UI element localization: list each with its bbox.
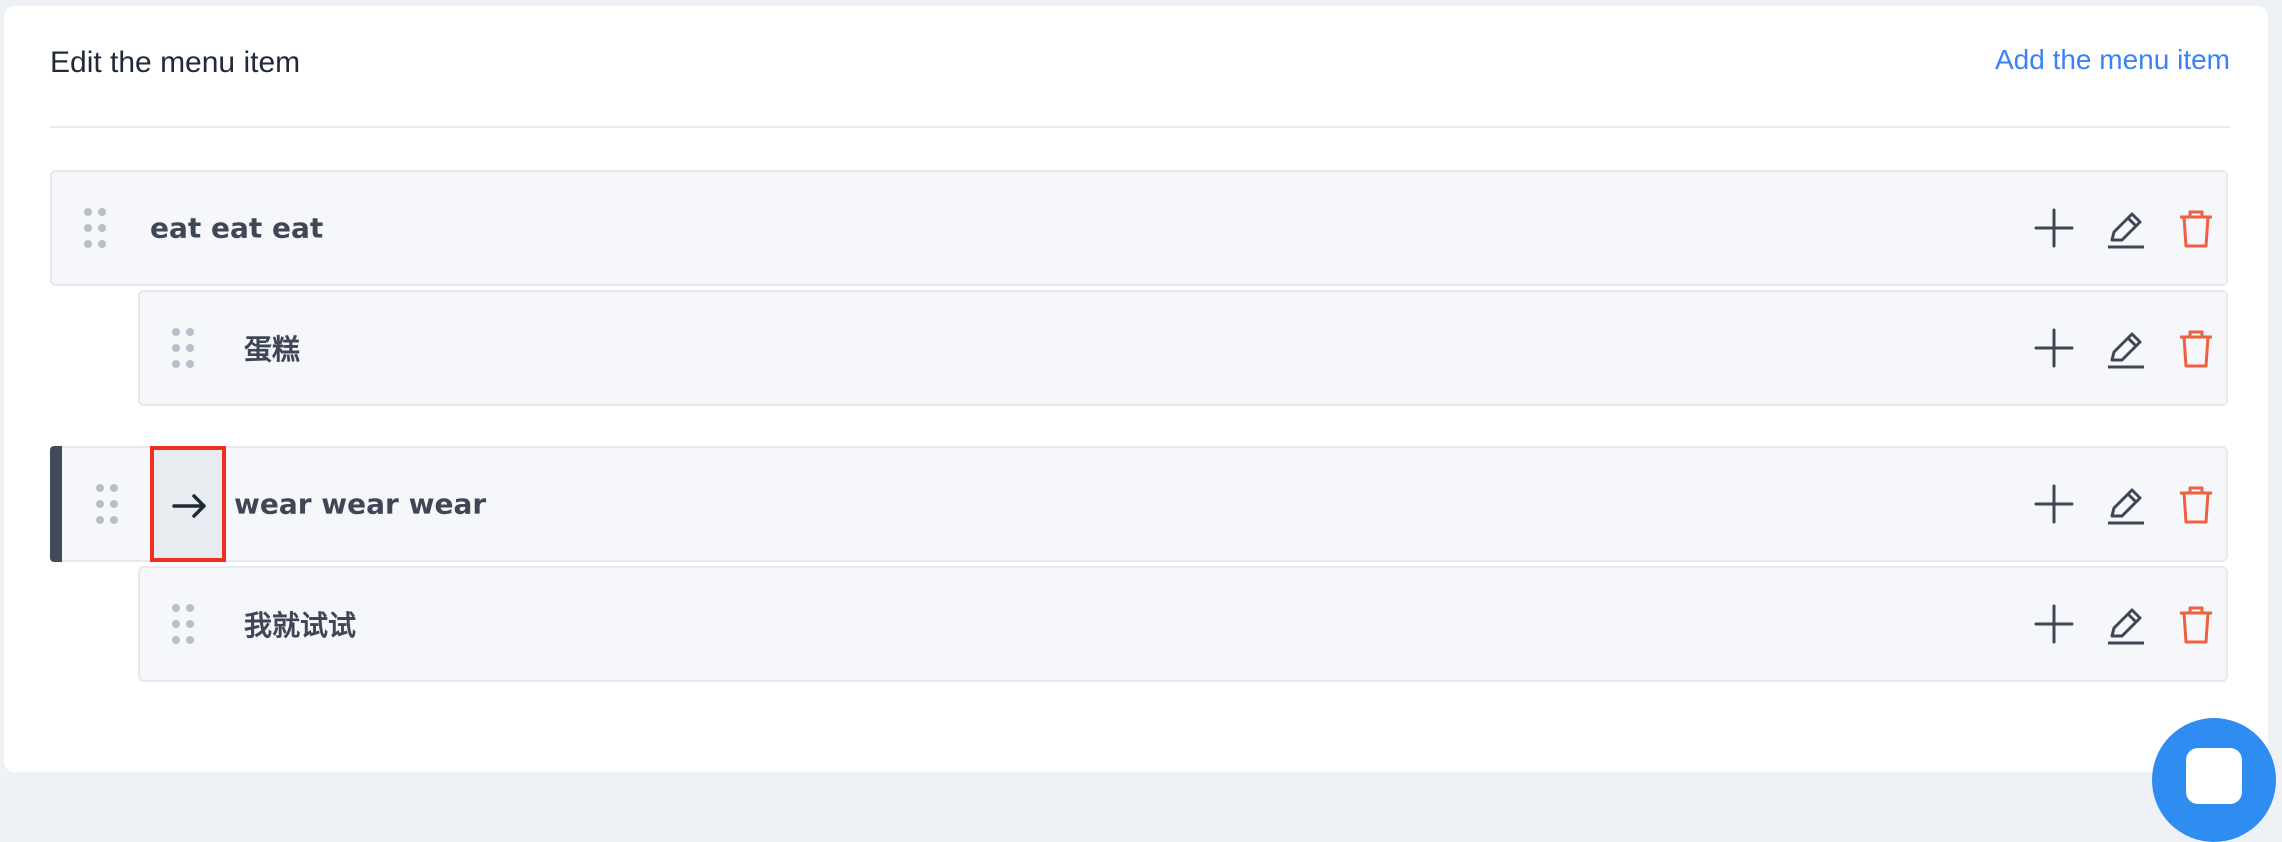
menu-item-label: eat eat eat	[150, 211, 324, 245]
card-header: Edit the menu item Add the menu item	[50, 6, 2230, 128]
menu-item-label: wear wear wear	[234, 487, 487, 521]
add-menu-item-link[interactable]: Add the menu item	[1995, 44, 2230, 76]
pencil-icon[interactable]	[2104, 326, 2148, 370]
drag-handle-icon[interactable]	[172, 328, 196, 368]
plus-icon[interactable]	[2032, 206, 2076, 250]
trash-icon[interactable]	[2174, 206, 2218, 250]
menu-item-label: 蛋糕	[244, 333, 301, 366]
page-title: Edit the menu item	[50, 46, 301, 79]
drag-handle-icon[interactable]	[172, 604, 196, 644]
plus-icon[interactable]	[2032, 602, 2076, 646]
menu-item-row[interactable]: 我就试试	[138, 566, 2228, 682]
menu-item-row-selected[interactable]: wear wear wear	[50, 446, 2228, 562]
plus-icon[interactable]	[2032, 482, 2076, 526]
chat-icon	[2186, 748, 2242, 804]
pencil-icon[interactable]	[2104, 602, 2148, 646]
trash-icon[interactable]	[2174, 326, 2218, 370]
trash-icon[interactable]	[2174, 482, 2218, 526]
drag-handle-icon[interactable]	[96, 484, 120, 524]
trash-icon[interactable]	[2174, 602, 2218, 646]
menu-item-row[interactable]: 蛋糕	[138, 290, 2228, 406]
arrow-right-icon	[172, 494, 206, 518]
menu-item-row[interactable]: eat eat eat	[50, 170, 2228, 286]
chat-fab-button[interactable]	[2152, 718, 2276, 842]
selected-indicator-bar	[50, 446, 62, 562]
pencil-icon[interactable]	[2104, 206, 2148, 250]
plus-icon[interactable]	[2032, 326, 2076, 370]
pencil-icon[interactable]	[2104, 482, 2148, 526]
menu-item-label: 我就试试	[244, 609, 357, 642]
indent-button[interactable]	[150, 446, 226, 562]
drag-handle-icon[interactable]	[84, 208, 108, 248]
